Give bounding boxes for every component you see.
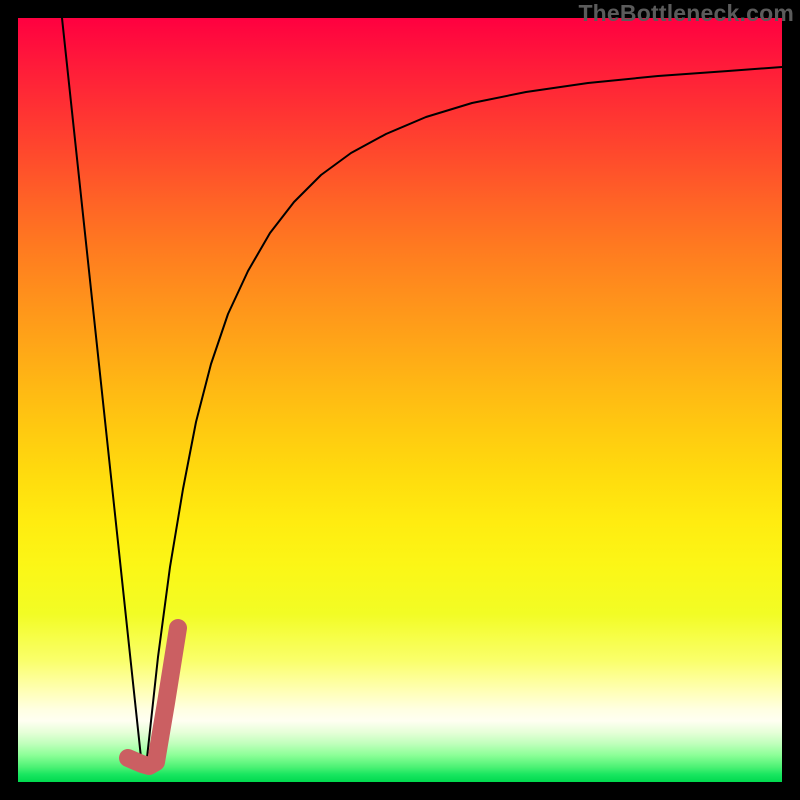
plot-area (18, 18, 782, 782)
series-left-line (62, 18, 142, 767)
curve-layer (18, 18, 782, 782)
watermark-text: TheBottleneck.com (578, 0, 794, 27)
chart-frame: TheBottleneck.com (0, 0, 800, 800)
series-right-curve (146, 67, 782, 767)
